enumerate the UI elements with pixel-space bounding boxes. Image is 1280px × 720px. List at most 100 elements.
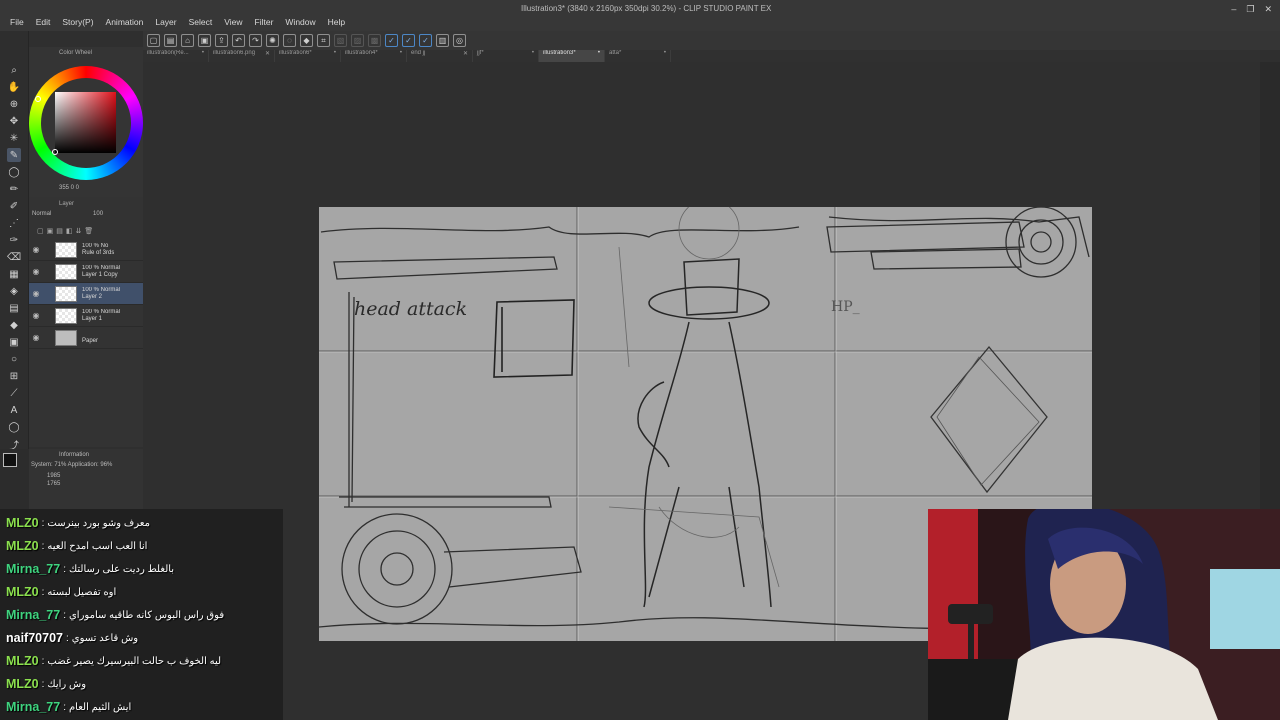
tab-illustration4[interactable]: illustration4* • — [341, 50, 407, 62]
delete-layer-icon[interactable]: 🗑 — [84, 227, 93, 235]
menu-filter[interactable]: Filter — [255, 17, 274, 27]
figure-icon[interactable]: ▣ — [7, 335, 21, 349]
lasso-icon[interactable]: ◯ — [7, 165, 21, 179]
magic-wand-icon[interactable]: ✳ — [7, 131, 21, 145]
tab-jjf[interactable]: jjf* • — [473, 50, 539, 62]
folder-icon[interactable]: ▤ — [56, 227, 63, 235]
balloon-icon[interactable]: ◯ — [7, 420, 21, 434]
chat-message: MLZ0: انا العب اسب امدح العيه — [6, 539, 148, 553]
fill-icon[interactable]: ◆ — [300, 34, 313, 47]
chat-username: Mirna_77 — [6, 700, 61, 714]
menu-view[interactable]: View — [224, 17, 242, 27]
menu-animation[interactable]: Animation — [106, 17, 144, 27]
gradient-icon[interactable]: ▤ — [7, 301, 21, 315]
info-y: 1765 — [47, 481, 61, 487]
eye-icon[interactable]: ◉ — [29, 289, 43, 298]
menu-story[interactable]: Story(P) — [62, 17, 93, 27]
text-icon[interactable]: A — [7, 403, 21, 417]
ruler-icon[interactable]: ▥ — [436, 34, 449, 47]
chat-username: Mirna_77 — [6, 608, 61, 622]
tab-atta[interactable]: atta* • — [605, 50, 671, 62]
stabilizer-icon-1[interactable]: ✓ — [385, 34, 398, 47]
tab-dot-icon[interactable]: • — [400, 50, 402, 62]
open-icon[interactable]: ⌂ — [181, 34, 194, 47]
sv-marker-icon[interactable] — [52, 149, 58, 155]
tab-label: illustration3* — [543, 50, 576, 56]
tab-illustration6-png[interactable]: illustration6.png ✕ — [209, 50, 275, 62]
close-icon[interactable]: ✕ — [265, 50, 270, 62]
tab-dot-icon[interactable]: • — [202, 50, 204, 62]
new-layer-icon[interactable]: ▢ — [37, 227, 44, 235]
menu-file[interactable]: File — [10, 17, 24, 27]
layer-row[interactable]: ◉ 100 % Normal Layer 1 Copy — [29, 261, 143, 283]
menu-select[interactable]: Select — [189, 17, 213, 27]
redo-icon[interactable]: ↷ — [249, 34, 262, 47]
menu-layer[interactable]: Layer — [155, 17, 176, 27]
fill-bucket-icon[interactable]: ◈ — [7, 284, 21, 298]
mask-icon[interactable]: ◧ — [66, 227, 73, 235]
opacity-value[interactable]: 100 — [93, 211, 103, 217]
decoration-icon[interactable]: ✑ — [7, 233, 21, 247]
frame-icon[interactable]: ⊞ — [7, 369, 21, 383]
maximize-button[interactable]: ❐ — [1246, 4, 1254, 15]
brush-icon[interactable]: ✐ — [7, 199, 21, 213]
tab-dot-icon[interactable]: • — [598, 50, 600, 62]
layer-row-selected[interactable]: ◉ 100 % Normal Layer 2 — [29, 283, 143, 305]
chat-message: MLZ0: معرف وشو بورد بينرست — [6, 516, 150, 530]
chat-text: وش قاعد تسوي — [71, 632, 139, 644]
close-button[interactable]: ✕ — [1264, 4, 1272, 15]
operation-icon[interactable]: ⊕ — [7, 97, 21, 111]
saturation-value-square[interactable] — [55, 92, 116, 153]
tab-dot-icon[interactable]: • — [532, 50, 534, 62]
pen-icon[interactable]: ✎ — [7, 148, 21, 162]
foreground-color-swatch[interactable] — [3, 453, 17, 467]
clear-icon[interactable]: ◌ — [283, 34, 296, 47]
new-canvas-icon[interactable]: ▢ — [147, 34, 160, 47]
blend-mode-select[interactable]: Normal — [32, 211, 51, 217]
new-file-icon[interactable]: ▤ — [164, 34, 177, 47]
menu-help[interactable]: Help — [328, 17, 345, 27]
ellipse-icon[interactable]: ○ — [7, 352, 21, 366]
menu-edit[interactable]: Edit — [36, 17, 51, 27]
layer-row[interactable]: ◉ 100 % Normal Layer 1 — [29, 305, 143, 327]
new-vector-icon[interactable]: ▣ — [47, 227, 54, 235]
layer-row[interactable]: ◉ 100 % No Rule of 3rds — [29, 239, 143, 261]
tab-dot-icon[interactable]: • — [334, 50, 336, 62]
save-icon[interactable]: ▣ — [198, 34, 211, 47]
merge-icon[interactable]: ⇊ — [76, 227, 82, 235]
export-icon[interactable]: ⇪ — [215, 34, 228, 47]
eye-icon[interactable]: ◉ — [29, 311, 43, 320]
minimize-button[interactable]: – — [1231, 4, 1236, 15]
eraser-tool-icon[interactable]: ◆ — [7, 318, 21, 332]
eye-icon[interactable]: ◉ — [29, 245, 43, 254]
menu-window[interactable]: Window — [285, 17, 315, 27]
deselect-icon[interactable]: ▨ — [351, 34, 364, 47]
ruler-tool-icon[interactable]: ⟋ — [7, 386, 21, 400]
reference-icon[interactable]: ◎ — [453, 34, 466, 47]
tab-illustration-re[interactable]: illustration(Re... • — [143, 50, 209, 62]
hand-icon[interactable]: ✋ — [7, 80, 21, 94]
layer-label: Paper — [82, 337, 99, 344]
tab-end-jj[interactable]: end jj ✕ — [407, 50, 473, 62]
undo-icon[interactable]: ↶ — [232, 34, 245, 47]
tab-illustration6[interactable]: illustration6* • — [275, 50, 341, 62]
airbrush-icon[interactable]: ⋰ — [7, 216, 21, 230]
blend-icon[interactable]: ▦ — [7, 267, 21, 281]
move-icon[interactable]: ✥ — [7, 114, 21, 128]
select-all-icon[interactable]: ▧ — [334, 34, 347, 47]
hue-marker-icon[interactable] — [35, 96, 41, 102]
transform-icon[interactable]: ⌗ — [317, 34, 330, 47]
close-icon[interactable]: ✕ — [463, 50, 468, 62]
stabilizer-icon-3[interactable]: ✓ — [419, 34, 432, 47]
layer-row[interactable]: ◉ Paper — [29, 327, 143, 349]
settings-icon[interactable]: ✺ — [266, 34, 279, 47]
eye-icon[interactable]: ◉ — [29, 267, 43, 276]
invert-selection-icon[interactable]: ▩ — [368, 34, 381, 47]
tab-dot-icon[interactable]: • — [664, 50, 666, 62]
eye-icon[interactable]: ◉ — [29, 333, 43, 342]
eraser-icon[interactable]: ⌫ — [7, 250, 21, 264]
zoom-icon[interactable]: ⌕ — [7, 63, 21, 77]
pencil-icon[interactable]: ✏ — [7, 182, 21, 196]
stabilizer-icon-2[interactable]: ✓ — [402, 34, 415, 47]
tab-illustration3[interactable]: illustration3* • — [539, 50, 605, 62]
